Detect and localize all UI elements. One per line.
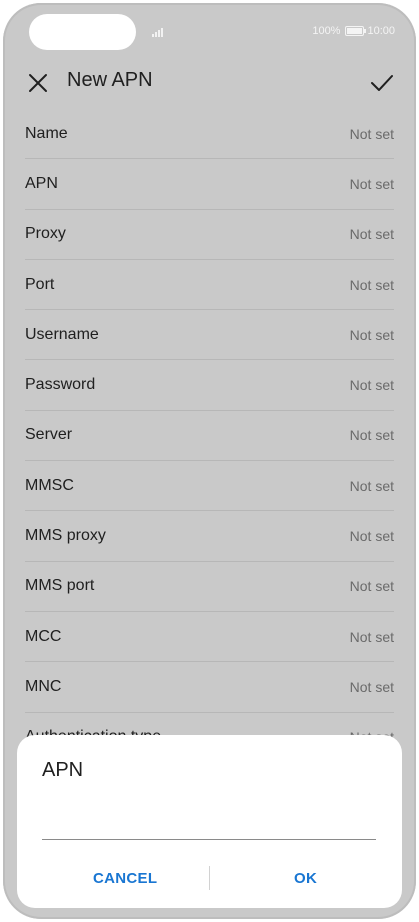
field-row[interactable]: Name Not set — [25, 109, 394, 160]
field-value: Not set — [349, 528, 394, 545]
field-row[interactable]: MNC Not set — [25, 662, 394, 713]
field-row[interactable]: Port Not set — [25, 260, 394, 311]
phone-frame: 100% 10:00 New APN Name Not set APN Not set… — [0, 0, 419, 922]
screen: 100% 10:00 New APN Name Not set APN Not set… — [3, 3, 416, 919]
field-label: Port — [25, 275, 55, 293]
dialog-actions: CANCEL OK — [17, 861, 402, 895]
field-label: MMSC — [25, 476, 74, 494]
field-value: Not set — [349, 427, 394, 444]
battery-percent: 100% — [312, 25, 341, 37]
field-value: Not set — [349, 125, 394, 142]
status-right: 100% 10:00 — [312, 25, 395, 37]
field-label: Server — [25, 426, 73, 444]
field-row[interactable]: MMS proxy Not set — [25, 511, 394, 562]
button-divider — [209, 866, 210, 890]
field-label: APN — [25, 174, 58, 192]
field-label: MMS port — [25, 577, 95, 595]
battery-icon — [345, 26, 367, 36]
field-row[interactable]: Server Not set — [25, 411, 394, 462]
field-row[interactable]: APN Not set — [25, 159, 394, 210]
ok-button[interactable]: OK — [288, 861, 323, 895]
field-label: MNC — [25, 677, 62, 695]
apn-input-dialog: APN CANCEL OK — [17, 735, 402, 908]
field-label: Username — [25, 325, 99, 343]
field-label: Proxy — [25, 225, 66, 243]
field-row[interactable]: Username Not set — [25, 310, 394, 361]
field-value: Not set — [349, 276, 394, 293]
field-value: Not set — [349, 628, 394, 645]
field-value: Not set — [349, 377, 394, 394]
apn-field-list: Name Not set APN Not set Proxy Not set Port Not… — [25, 109, 394, 763]
field-row[interactable]: Password Not set — [25, 360, 394, 411]
apn-input[interactable] — [42, 807, 376, 840]
field-value: Not set — [349, 578, 394, 595]
field-value: Not set — [349, 326, 394, 343]
clock: 10:00 — [367, 25, 395, 37]
signal-icon — [152, 27, 166, 37]
camera-cutout — [29, 14, 136, 50]
field-value: Not set — [349, 226, 394, 243]
cancel-button[interactable]: CANCEL — [87, 861, 163, 895]
check-icon[interactable] — [369, 70, 395, 96]
field-value: Not set — [349, 477, 394, 494]
field-row[interactable]: Proxy Not set — [25, 210, 394, 260]
app-bar: New APN — [3, 59, 416, 107]
page-title: New APN — [67, 69, 153, 91]
field-row[interactable]: MCC Not set — [25, 612, 394, 663]
field-label: MMS proxy — [25, 527, 106, 545]
field-value: Not set — [349, 678, 394, 695]
field-row[interactable]: MMSC Not set — [25, 461, 394, 512]
dialog-title: APN — [42, 759, 84, 781]
field-value: Not set — [349, 175, 394, 192]
status-bar: 100% 10:00 — [3, 3, 416, 63]
close-icon[interactable] — [25, 70, 51, 96]
field-label: MCC — [25, 627, 62, 645]
field-label: Password — [25, 376, 96, 394]
field-label: Name — [25, 124, 68, 142]
field-row[interactable]: MMS port Not set — [25, 562, 394, 612]
